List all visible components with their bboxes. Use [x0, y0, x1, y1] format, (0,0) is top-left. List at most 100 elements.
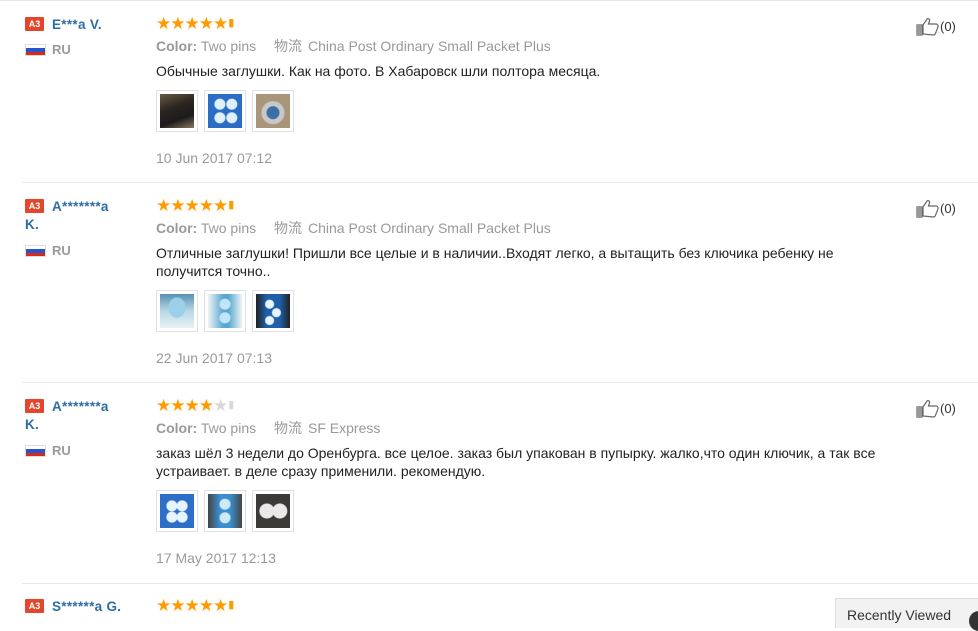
helpful-button[interactable]: (0) [916, 398, 956, 418]
star-rating: ★ ★ ★ ★ ★ ▮ [156, 196, 896, 215]
review-photo-thumbnail[interactable] [156, 90, 198, 132]
star-icon: ★ [198, 596, 214, 615]
star-tail-icon: ▮ [228, 199, 235, 211]
reviewer-country: RU [25, 243, 150, 259]
country-code: RU [52, 443, 71, 458]
color-value: Two pins [200, 420, 257, 436]
top-border [0, 0, 978, 1]
color-value: Two pins [200, 38, 257, 54]
reviewer-info: A3 E***a V. RU [25, 16, 150, 58]
thumbs-up-icon [916, 200, 939, 218]
star-icon: ★ [213, 596, 228, 615]
review-divider [22, 182, 978, 183]
star-icon: ★ [156, 196, 171, 215]
review-photo-thumbnail[interactable] [252, 490, 294, 532]
review-item: A3 S******a G. ★ ★ ★ ★ ★ ▮ [0, 596, 978, 620]
star-icon: ★ [170, 596, 185, 615]
russia-flag-icon [25, 44, 46, 56]
star-icon: ★ [198, 196, 214, 215]
star-rating: ★ ★ ★ ★ ★ ▮ [156, 396, 896, 415]
star-icon: ★ [170, 396, 185, 415]
thumbs-up-icon [916, 400, 939, 418]
review-date: 17 May 2017 12:13 [156, 550, 276, 566]
review-item: A3 A*******a K. RU ★ ★ ★ ★ ★ ▮ Color: Two pins… [0, 396, 978, 584]
color-label: Color: [156, 38, 198, 54]
star-icon: ★ [213, 14, 228, 33]
star-tail-icon: ▮ [228, 399, 235, 411]
shipping-value: China Post Ordinary Small Packet Plus [308, 220, 551, 236]
reviewer-info: A3 A*******a K. RU [25, 398, 150, 459]
reviewer-name[interactable]: E***a V. [52, 17, 102, 32]
russia-flag-icon [25, 245, 46, 257]
helpful-button[interactable]: (0) [916, 198, 956, 218]
reviewer-info: A3 A*******a K. RU [25, 198, 150, 259]
star-icon: ★ [184, 596, 200, 615]
review-date: 22 Jun 2017 07:13 [156, 350, 272, 366]
reviewer-name-cont[interactable]: K. [25, 416, 150, 434]
star-icon: ★ [184, 196, 200, 215]
recently-viewed-tab[interactable]: Recently Viewed [835, 598, 978, 631]
review-photos [156, 290, 896, 334]
buyer-level-badge: A3 [25, 199, 44, 213]
review-item: A3 E***a V. RU ★ ★ ★ ★ ★ ▮ Color: Two pins 物流 C… [0, 14, 978, 183]
star-icon: ★ [198, 396, 214, 415]
country-code: RU [52, 42, 71, 57]
review-divider [22, 583, 978, 584]
star-empty-icon: ★ [213, 396, 228, 415]
review-content: ★ ★ ★ ★ ★ ▮ Color: Two pins 物流 China Post Ordi… [156, 14, 896, 167]
review-content: ★ ★ ★ ★ ★ ▮ [156, 596, 896, 615]
review-content: ★ ★ ★ ★ ★ ▮ Color: Two pins 物流 SF Express зака… [156, 396, 896, 567]
shipping-label: 物流 [274, 38, 302, 54]
helpful-button[interactable]: (0) [916, 16, 956, 36]
thumbs-up-icon [916, 18, 939, 36]
review-photo-thumbnail[interactable] [204, 90, 246, 132]
reviewer-name[interactable]: S******a G. [52, 599, 121, 614]
shipping-value: China Post Ordinary Small Packet Plus [308, 38, 551, 54]
reviewer-info: A3 S******a G. [25, 598, 165, 616]
star-icon: ★ [170, 14, 185, 33]
star-tail-icon: ▮ [228, 599, 235, 611]
review-photo-thumbnail[interactable] [204, 290, 246, 332]
review-photo-thumbnail[interactable] [252, 290, 294, 332]
star-rating: ★ ★ ★ ★ ★ ▮ [156, 596, 896, 615]
star-icon: ★ [184, 396, 200, 415]
star-icon: ★ [170, 196, 185, 215]
recently-viewed-label: Recently Viewed [847, 607, 952, 623]
review-date: 10 Jun 2017 07:12 [156, 150, 272, 166]
color-value: Two pins [200, 220, 257, 236]
review-photos [156, 490, 896, 534]
star-rating: ★ ★ ★ ★ ★ ▮ [156, 14, 896, 33]
helpful-count: (0) [940, 18, 956, 34]
reviewer-name-cont[interactable]: K. [25, 216, 150, 234]
order-attributes: Color: Two pins 物流 China Post Ordinary Sm… [156, 37, 896, 55]
review-item: A3 A*******a K. RU ★ ★ ★ ★ ★ ▮ Color: Two pins… [0, 196, 978, 383]
reviewer-name[interactable]: A*******a [52, 399, 109, 414]
review-divider [22, 382, 978, 383]
star-icon: ★ [156, 396, 171, 415]
reviewer-country: RU [25, 443, 150, 459]
star-icon: ★ [156, 596, 171, 615]
shipping-value: SF Express [308, 420, 381, 436]
review-photos [156, 90, 896, 134]
star-icon: ★ [156, 14, 171, 33]
review-text: Отличные заглушки! Пришли все целые и в … [156, 245, 834, 279]
star-icon: ★ [198, 14, 214, 33]
star-icon: ★ [213, 196, 228, 215]
review-photo-thumbnail[interactable] [156, 290, 198, 332]
color-label: Color: [156, 420, 198, 436]
review-photo-thumbnail[interactable] [156, 490, 198, 532]
order-attributes: Color: Two pins 物流 SF Express [156, 419, 896, 437]
reviewer-country: RU [25, 42, 150, 58]
review-photo-thumbnail[interactable] [252, 90, 294, 132]
shipping-label: 物流 [274, 220, 302, 236]
review-content: ★ ★ ★ ★ ★ ▮ Color: Two pins 物流 China Post Ordi… [156, 196, 896, 367]
review-photo-thumbnail[interactable] [204, 490, 246, 532]
helpful-count: (0) [940, 200, 956, 216]
order-attributes: Color: Two pins 物流 China Post Ordinary Sm… [156, 219, 896, 237]
shipping-label: 物流 [274, 420, 302, 436]
reviewer-name[interactable]: A*******a [52, 199, 109, 214]
helpful-count: (0) [940, 400, 956, 416]
buyer-level-badge: A3 [25, 599, 44, 613]
recently-viewed-toggle-icon [969, 611, 978, 631]
buyer-level-badge: A3 [25, 17, 44, 31]
